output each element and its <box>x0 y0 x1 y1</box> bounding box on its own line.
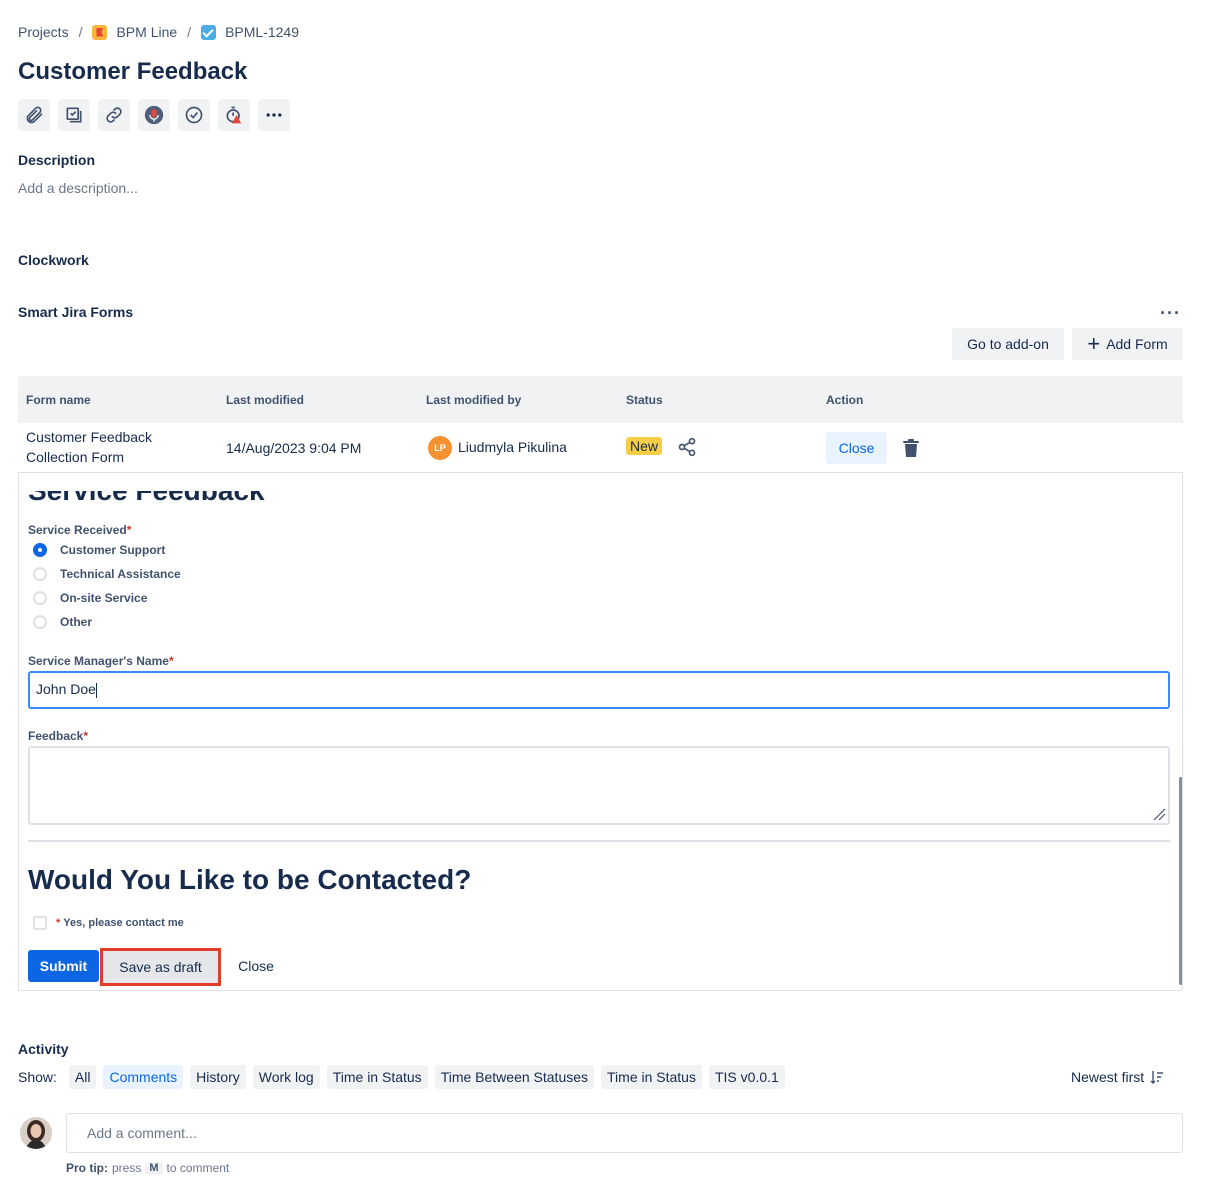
avatar: LP <box>428 436 452 460</box>
column-header: Last modified <box>226 393 305 407</box>
plus-icon: + <box>1087 331 1101 356</box>
task-checkbox-icon <box>201 24 217 40</box>
radio-label: Technical Assistance <box>60 567 181 581</box>
last-modified: 14/Aug/2023 9:04 PM <box>226 440 362 456</box>
resize-handle-icon[interactable] <box>1152 807 1166 821</box>
radio-label: On-site Service <box>60 591 148 605</box>
radio-label: Other <box>60 615 93 629</box>
close-form-button[interactable]: Close <box>826 432 887 464</box>
project-flag-icon <box>92 24 108 40</box>
filter-time-in-status-2[interactable]: Time in Status <box>601 1065 702 1089</box>
column-header: Action <box>826 393 864 407</box>
filter-tis[interactable]: TIS v0.0.1 <box>708 1065 785 1089</box>
sort-icon <box>1150 1071 1164 1084</box>
manager-name-label: Service Manager's Name* <box>28 654 174 668</box>
radio-customer-support[interactable]: Customer Support <box>33 543 165 557</box>
form-section-title: Service Feedback <box>19 491 1182 507</box>
radio-button[interactable] <box>33 567 47 581</box>
radio-other[interactable]: Other <box>33 615 92 629</box>
submit-button[interactable]: Submit <box>28 950 99 982</box>
pro-tip: Pro tip: press M to comment <box>66 1161 230 1175</box>
filter-time-in-status[interactable]: Time in Status <box>326 1065 428 1089</box>
status-badge: New <box>626 437 663 455</box>
form-divider <box>28 840 1170 842</box>
radio-label: Customer Support <box>60 543 166 557</box>
filter-work-log[interactable]: Work log <box>252 1065 320 1089</box>
feedback-label: Feedback* <box>28 729 89 743</box>
save-draft-button[interactable]: Save as draft <box>100 948 221 986</box>
keyboard-key: M <box>145 1162 163 1174</box>
trash-icon[interactable] <box>903 439 919 457</box>
contact-section-title: Would You Like to be Contacted? <box>28 864 472 895</box>
sort-label: Newest first <box>1071 1069 1145 1085</box>
close-button[interactable]: Close <box>229 950 283 982</box>
clock-icon[interactable] <box>178 99 210 131</box>
radio-button[interactable] <box>33 543 47 557</box>
column-header: Status <box>626 393 663 407</box>
filter-history[interactable]: History <box>190 1065 246 1089</box>
description-placeholder[interactable]: Add a description... <box>18 180 138 196</box>
paperclip-icon[interactable] <box>18 99 50 131</box>
timer-alert-icon[interactable] <box>218 99 250 131</box>
breadcrumb: Projects / BPM Line / BPML-1249 <box>18 24 299 40</box>
feedback-textarea[interactable] <box>28 746 1170 825</box>
manager-name-input[interactable]: John Doe <box>28 671 1170 709</box>
contact-checkbox[interactable] <box>33 916 47 930</box>
description-label: Description <box>18 152 96 168</box>
smart-forms-label: Smart Jira Forms <box>18 304 134 320</box>
breadcrumb-issue-key[interactable]: BPML-1249 <box>225 24 299 40</box>
filter-comments[interactable]: Comments <box>103 1065 184 1089</box>
column-header: Form name <box>26 393 91 407</box>
breadcrumb-separator: / <box>187 24 192 40</box>
microphone-icon[interactable] <box>138 99 170 131</box>
filter-time-between-statuses[interactable]: Time Between Statuses <box>434 1065 595 1089</box>
form-section-title-text: Service Feedback <box>28 491 265 507</box>
forms-table-header: Form name Last modified Last modified by… <box>18 376 1183 423</box>
radio-button[interactable] <box>33 591 47 605</box>
more-options-icon[interactable]: ··· <box>1160 303 1181 324</box>
required-mark: * <box>56 917 61 929</box>
issue-toolbar <box>18 99 290 131</box>
radio-technical-assistance[interactable]: Technical Assistance <box>33 567 181 581</box>
form-name-line1[interactable]: Customer Feedback <box>26 429 152 445</box>
column-header: Last modified by <box>426 393 522 407</box>
table-row: Customer Feedback Collection Form 14/Aug… <box>18 423 1183 473</box>
breadcrumb-separator: / <box>78 24 83 40</box>
sort-order-button[interactable]: Newest first <box>1071 1069 1164 1085</box>
contact-checkbox-row[interactable]: * Yes, please contact me <box>33 916 184 930</box>
activity-filters: Show: All Comments History Work log Time… <box>18 1065 785 1089</box>
form-name-line2[interactable]: Collection Form <box>26 449 124 465</box>
add-form-label: Add Form <box>1106 336 1168 352</box>
clockwork-label[interactable]: Clockwork <box>18 252 89 268</box>
show-label: Show: <box>18 1069 57 1085</box>
more-icon[interactable] <box>258 99 290 131</box>
radio-onsite-service[interactable]: On-site Service <box>33 591 147 605</box>
form-scrollbar[interactable] <box>1179 777 1182 985</box>
contact-checkbox-label: Yes, please contact me <box>63 917 184 929</box>
radio-button[interactable] <box>33 615 47 629</box>
comment-input[interactable]: Add a comment... <box>66 1113 1183 1153</box>
link-icon[interactable] <box>98 99 130 131</box>
modified-by: Liudmyla Pikulina <box>458 439 567 455</box>
service-received-label: Service Received* <box>28 523 132 537</box>
add-form-button[interactable]: + Add Form <box>1072 328 1183 360</box>
go-to-addon-button[interactable]: Go to add-on <box>952 328 1064 360</box>
checklist-icon[interactable] <box>58 99 90 131</box>
breadcrumb-project[interactable]: BPM Line <box>116 24 177 40</box>
embedded-form: Service Feedback Service Received* Custo… <box>18 474 1183 991</box>
breadcrumb-projects[interactable]: Projects <box>18 24 69 40</box>
filter-all[interactable]: All <box>68 1065 97 1089</box>
page-title[interactable]: Customer Feedback <box>18 58 247 86</box>
avatar <box>20 1117 52 1149</box>
activity-label: Activity <box>18 1041 69 1057</box>
share-icon[interactable] <box>677 437 697 457</box>
